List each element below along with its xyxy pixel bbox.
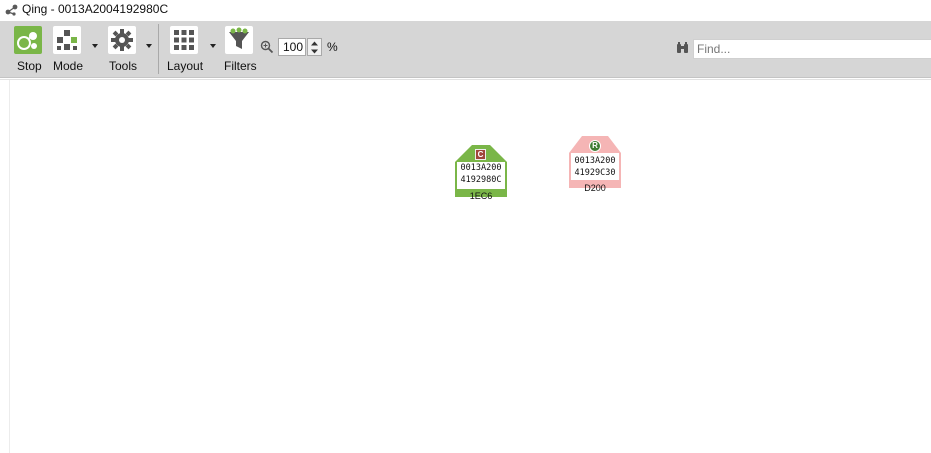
title-bar: Qing - 0013A2004192980C — [0, 0, 931, 20]
tools-label: Tools — [109, 59, 138, 73]
zoom-magnifier-icon — [260, 40, 274, 54]
spin-up-arrow-icon[interactable] — [310, 40, 319, 47]
filter-funnel-icon — [225, 26, 253, 54]
window-title: Qing - 0013A2004192980C — [22, 2, 169, 16]
coordinator-node[interactable]: C 0013A200 4192980C 1EC6 — [455, 145, 507, 205]
zoom-level-input[interactable]: 100 — [278, 38, 306, 56]
stop-button[interactable]: Stop — [13, 25, 45, 75]
layout-label: Layout — [167, 59, 204, 73]
network-graph-canvas[interactable] — [0, 79, 931, 453]
find-input[interactable] — [693, 39, 931, 59]
toolbar: Stop Mode Tools Layout Filters 100 % Fin… — [0, 21, 931, 78]
stop-label: Stop — [17, 59, 42, 73]
layout-button[interactable]: Layout — [167, 25, 219, 75]
router-network-id: D200 — [584, 183, 606, 193]
binoculars-icon — [677, 42, 688, 53]
mode-button[interactable]: Mode — [53, 25, 101, 75]
router-node[interactable]: R 0013A200 41929C30 D200 — [569, 136, 621, 196]
zoom-spinner[interactable] — [307, 38, 322, 56]
canvas-top-border — [0, 79, 931, 80]
stop-icon — [14, 26, 42, 54]
spin-down-arrow-icon[interactable] — [310, 48, 319, 55]
gear-icon — [108, 26, 136, 54]
zoom-percent-unit: % — [327, 40, 338, 54]
grid-layout-icon — [170, 26, 198, 54]
coordinator-network-id: 1EC6 — [469, 191, 493, 201]
tools-dropdown-caret-icon[interactable] — [146, 44, 152, 48]
filters-label: Filters — [224, 59, 257, 73]
filters-button[interactable]: Filters — [224, 25, 257, 75]
router-badge-icon: R — [589, 140, 601, 152]
layout-dropdown-caret-icon[interactable] — [210, 44, 216, 48]
router-address-line2: 41929C30 — [574, 168, 616, 178]
router-address-line1: 0013A200 — [574, 156, 616, 166]
canvas-left-border — [9, 80, 10, 453]
app-logo-icon — [5, 4, 18, 16]
mode-dropdown-caret-icon[interactable] — [92, 44, 98, 48]
toolbar-separator — [158, 24, 159, 74]
tools-button[interactable]: Tools — [108, 25, 156, 75]
coordinator-address-line1: 0013A200 — [460, 163, 502, 173]
coordinator-address-line2: 4192980C — [460, 175, 502, 185]
mode-icon — [53, 26, 81, 54]
coordinator-badge-icon: C — [475, 149, 486, 160]
mode-label: Mode — [53, 59, 84, 73]
